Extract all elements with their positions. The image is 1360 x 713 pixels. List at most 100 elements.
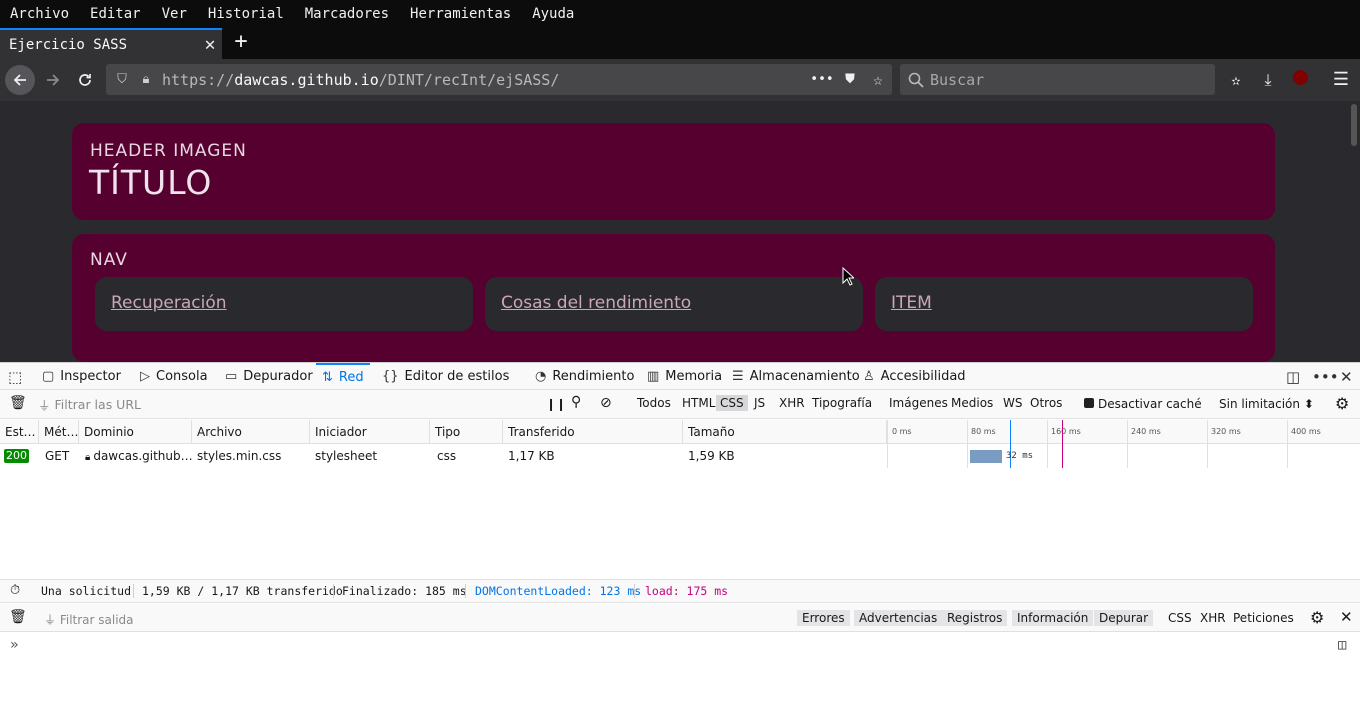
column-iniciador[interactable]: Iniciador <box>310 420 430 444</box>
browser-tab[interactable]: Ejercicio SASS ✕ <box>0 28 222 59</box>
bookmark-star-icon[interactable]: ☆ <box>864 70 892 89</box>
nav-link-rendimiento[interactable]: Cosas del rendimiento <box>501 293 691 313</box>
reload-icon <box>79 74 91 86</box>
column-estado[interactable]: Est… <box>0 420 39 444</box>
style-editor-icon: {} <box>382 369 399 384</box>
filter-icon: ⏚ <box>44 613 57 627</box>
summary-requests: Una solicitud <box>41 584 132 598</box>
hamburger-menu-icon[interactable]: ☰ <box>1330 69 1352 91</box>
cell-file: styles.min.css <box>197 449 282 463</box>
lock-icon[interactable]: 🔒︎ <box>136 72 156 87</box>
tab-inspector[interactable]: ▢ Inspector <box>42 363 121 390</box>
column-archivo[interactable]: Archivo <box>192 420 310 444</box>
console-filter-peticiones[interactable]: Peticiones <box>1233 611 1294 625</box>
ublock-icon[interactable] <box>1289 69 1311 91</box>
nav-link-recuperacion[interactable]: Recuperación <box>111 293 227 313</box>
block-icon[interactable]: ⊘ <box>600 395 612 411</box>
tab-rendimiento[interactable]: ◔ Rendimiento <box>535 363 634 390</box>
console-filter-xhr[interactable]: XHR <box>1200 611 1226 625</box>
tab-accesibilidad[interactable]: ♙ Accesibilidad <box>863 363 966 390</box>
level-depurar[interactable]: Depurar <box>1094 610 1154 626</box>
menu-ayuda[interactable]: Ayuda <box>532 6 574 22</box>
pocket-icon[interactable]: ⛊ <box>836 72 864 87</box>
forward-button[interactable] <box>38 65 68 95</box>
library-icon[interactable]: ✫ <box>1225 69 1247 91</box>
url-scheme: https:// <box>162 70 235 89</box>
reload-button[interactable] <box>70 65 100 95</box>
trash-icon[interactable]: 🗑︎ <box>9 609 27 625</box>
network-icon: ⇅ <box>322 370 333 385</box>
back-button[interactable] <box>5 65 35 95</box>
filter-css[interactable]: CSS <box>716 395 748 411</box>
tab-red[interactable]: ⇅ Red <box>316 363 370 390</box>
tab-almacenamiento[interactable]: ☰ Almacenamiento <box>732 363 860 390</box>
close-tab-icon[interactable]: ✕ <box>198 34 222 55</box>
url-bar[interactable]: ⛉ 🔒︎ https://dawcas.github.io/DINT/recIn… <box>106 64 892 95</box>
close-icon[interactable]: ✕ <box>1340 608 1353 626</box>
search-icon[interactable]: ⚲ <box>571 394 581 410</box>
filter-output-input[interactable]: ⏚ Filtrar salida <box>44 611 134 628</box>
requests-table-header: Est… Mét… Dominio Archivo Iniciador Tipo… <box>0 420 1360 444</box>
tab-strip: Ejercicio SASS ✕ + <box>0 28 1360 59</box>
new-tab-icon[interactable]: + <box>228 30 254 56</box>
tab-depurador[interactable]: ▭ Depurador <box>225 363 313 390</box>
filter-ws[interactable]: WS <box>999 395 1026 411</box>
gear-icon[interactable]: ⚙ <box>1310 608 1324 627</box>
filter-todos[interactable]: Todos <box>633 395 675 411</box>
tab-editor-estilos[interactable]: {} Editor de estilos <box>382 363 509 390</box>
disable-cache-checkbox[interactable] <box>1084 398 1094 408</box>
nav-link-item[interactable]: ITEM <box>891 293 932 313</box>
pause-icon[interactable]: ❙❙ <box>546 397 566 411</box>
table-row[interactable]: 200 GET 🔒︎ dawcas.github… styles.min.css … <box>0 444 1360 468</box>
trash-icon[interactable]: 🗑︎ <box>9 395 27 411</box>
console-filter-css[interactable]: CSS <box>1168 611 1192 625</box>
page-title: TÍTULO <box>89 163 213 202</box>
downloads-icon[interactable]: ⤓ <box>1257 69 1279 91</box>
filter-js[interactable]: JS <box>750 395 769 411</box>
page-scrollbar[interactable] <box>1348 101 1360 362</box>
menu-marcadores[interactable]: Marcadores <box>305 6 389 22</box>
filter-xhr[interactable]: XHR <box>775 395 809 411</box>
close-devtools-icon[interactable]: ✕ <box>1340 363 1359 390</box>
level-informacion[interactable]: Información <box>1012 610 1094 626</box>
throttling-select[interactable]: Sin limitación ⬍ <box>1219 397 1314 411</box>
tab-memoria[interactable]: ▥ Memoria <box>647 363 722 390</box>
shield-icon[interactable]: ⛉ <box>112 72 132 87</box>
element-picker-icon[interactable]: ⬚ <box>8 363 28 390</box>
menu-ver[interactable]: Ver <box>162 6 187 22</box>
filter-tipografia[interactable]: Tipografía <box>808 395 876 411</box>
filter-html[interactable]: HTML <box>678 395 719 411</box>
gear-icon[interactable]: ⚙ <box>1335 394 1349 413</box>
filter-urls-input[interactable]: ⏚ Filtrar las URL <box>38 393 534 415</box>
column-tipo[interactable]: Tipo <box>430 420 503 444</box>
editor-mode-icon[interactable]: ◫ <box>1338 637 1346 653</box>
separator <box>634 584 635 598</box>
level-registros[interactable]: Registros <box>942 610 1008 626</box>
menu-editar[interactable]: Editar <box>90 6 141 22</box>
page-actions-icon[interactable]: ••• <box>808 72 836 87</box>
timing-label: 32 ms <box>1006 451 1034 461</box>
column-dominio[interactable]: Dominio <box>79 420 192 444</box>
disable-cache-label: Desactivar caché <box>1098 397 1202 411</box>
url-text[interactable]: https://dawcas.github.io/DINT/recInt/ejS… <box>162 71 808 89</box>
filter-medios[interactable]: Medios <box>947 395 997 411</box>
menu-archivo[interactable]: Archivo <box>10 6 69 22</box>
column-transferido[interactable]: Transferido <box>503 420 683 444</box>
nav-box: NAV Recuperación Cosas del rendimiento I… <box>72 234 1275 362</box>
column-metodo[interactable]: Mét… <box>39 420 79 444</box>
search-bar[interactable]: Buscar <box>900 64 1215 95</box>
tab-consola[interactable]: ▷ Consola <box>140 363 208 390</box>
header-box: HEADER IMAGEN TÍTULO <box>72 123 1275 220</box>
level-advertencias[interactable]: Advertencias <box>854 610 943 626</box>
lock-icon: 🔒︎ <box>85 452 91 463</box>
level-errores[interactable]: Errores <box>797 610 850 626</box>
dock-side-icon[interactable]: ◫ <box>1286 363 1306 390</box>
console-input[interactable]: » ◫ <box>0 632 1360 713</box>
filter-imagenes[interactable]: Imágenes <box>885 395 952 411</box>
menu-herramientas[interactable]: Herramientas <box>410 6 511 22</box>
menu-historial[interactable]: Historial <box>208 6 284 22</box>
column-tamano[interactable]: Tamaño <box>683 420 887 444</box>
filter-otros[interactable]: Otros <box>1026 395 1066 411</box>
arrow-right-icon <box>47 74 60 86</box>
scrollbar-thumb[interactable] <box>1351 104 1357 146</box>
